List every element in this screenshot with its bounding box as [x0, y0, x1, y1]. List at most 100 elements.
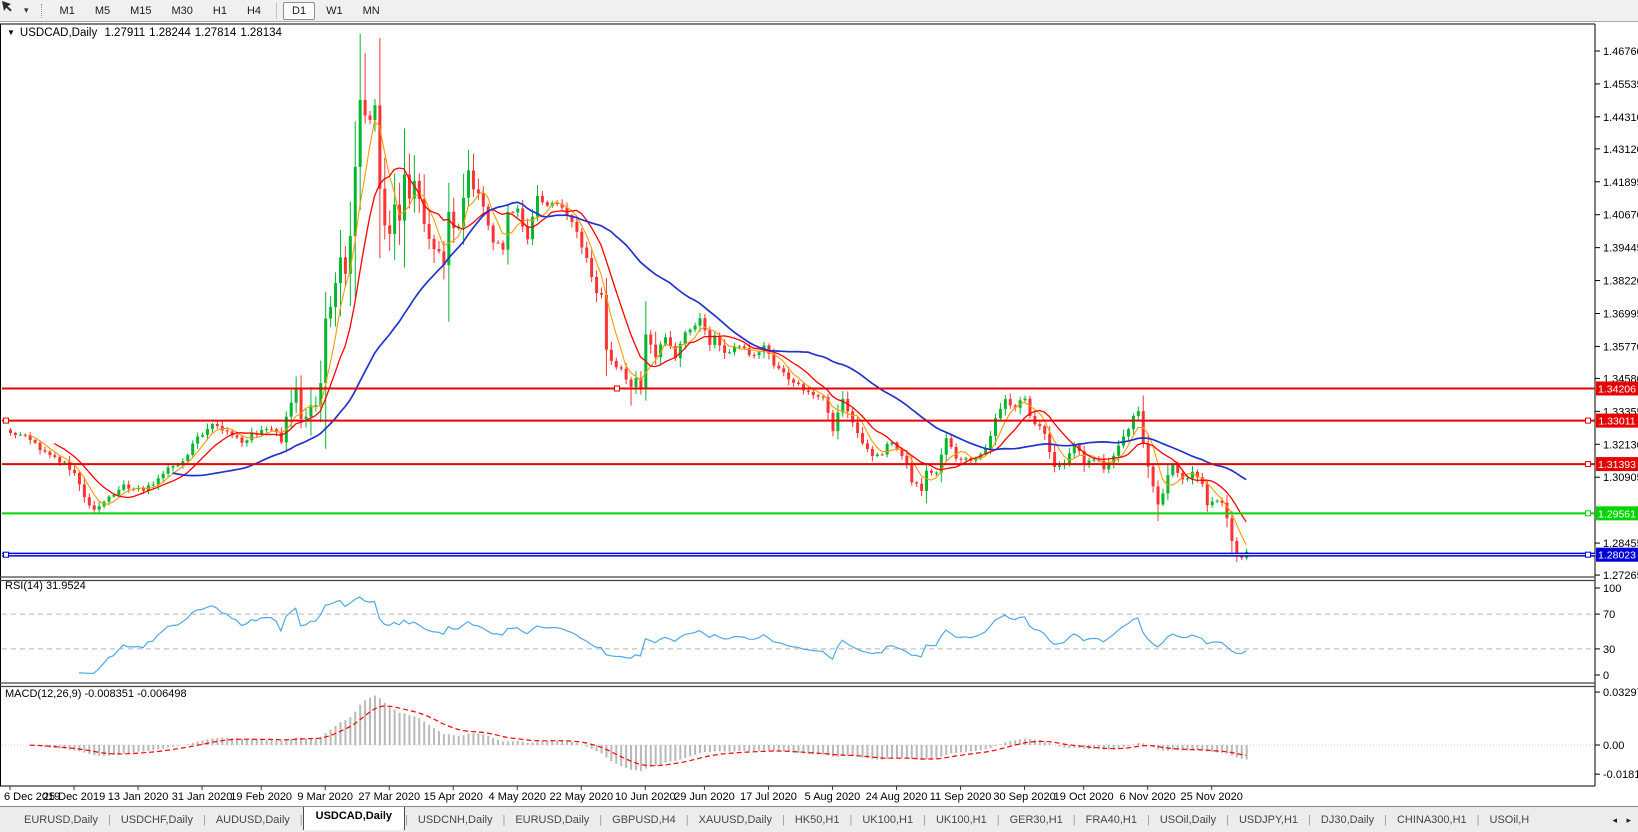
timeframe-d1[interactable]: D1 — [283, 1, 316, 20]
symbol-tab-uk100-h1[interactable]: UK100,H1 — [926, 810, 997, 830]
timeframe-m30[interactable]: M30 — [163, 2, 202, 20]
hline-1.34206[interactable] — [2, 385, 1595, 392]
cursor-tool-icon[interactable] — [2, 1, 22, 19]
candle-body — [511, 212, 515, 214]
candle-body — [427, 224, 431, 239]
symbol-tab-ger30-h1[interactable]: GER30,H1 — [1000, 810, 1073, 830]
candle-body — [338, 257, 342, 284]
candle-body — [1092, 459, 1096, 461]
candle-body — [1038, 424, 1042, 427]
hline-1.29561[interactable] — [2, 510, 1595, 517]
candle-body — [989, 436, 993, 449]
candle-body — [934, 472, 938, 474]
candle-body — [48, 451, 52, 456]
rsi-panel: 100 70 30 0 — [2, 583, 1621, 682]
timeframe-mn[interactable]: MN — [354, 2, 389, 20]
symbol-tab-eurusd-daily[interactable]: EURUSD,Daily — [14, 810, 108, 830]
candle-body — [856, 422, 860, 434]
price-badge-label: 1.29561 — [1598, 508, 1636, 520]
timeframe-h1[interactable]: H1 — [204, 2, 236, 20]
hline-handle[interactable] — [614, 385, 620, 392]
price-tick-label: 1.44310 — [1603, 112, 1638, 124]
symbol-tab-usdchf-daily[interactable]: USDCHF,Daily — [111, 810, 203, 830]
symbol-tab-hk50-h1[interactable]: HK50,H1 — [785, 810, 850, 830]
timeframe-m15[interactable]: M15 — [121, 2, 160, 20]
macd-tick-label: -0.018154 — [1603, 769, 1638, 781]
symbol-tab-gbpusd-h4[interactable]: GBPUSD,H4 — [602, 810, 686, 830]
candle-body — [708, 330, 712, 345]
symbol-tab-usoil-daily[interactable]: USOil,Daily — [1150, 810, 1226, 830]
symbol-tabbar: EURUSD,Daily | USDCHF,Daily | AUDUSD,Daily | U… — [0, 806, 1638, 832]
ohlc-high: 1.28244 — [149, 27, 191, 39]
tabs-container: EURUSD,Daily | USDCHF,Daily | AUDUSD,Daily | U… — [0, 807, 1638, 832]
candle-body — [816, 395, 820, 397]
candle-body — [343, 257, 347, 274]
candle-body — [693, 325, 697, 330]
time-axis: 6 Dec 201925 Dec 2019 13 Jan 2020 31 Jan 2… — [4, 786, 1243, 803]
symbol-tab-audusd-daily[interactable]: AUDUSD,Daily — [206, 810, 300, 830]
symbol-tab-uk100-h1[interactable]: UK100,H1 — [852, 810, 923, 830]
candle-body — [82, 484, 86, 498]
timeframe-h4[interactable]: H4 — [238, 2, 270, 20]
candle-body — [1215, 500, 1219, 502]
price-tick-label: 1.36995 — [1603, 309, 1638, 321]
tab-scroll-right-button[interactable]: ▸ — [1623, 814, 1634, 827]
symbol-tab-china300-h1[interactable]: CHINA300,H1 — [1387, 810, 1477, 830]
price-tick-label: 1.32130 — [1603, 439, 1638, 451]
moving-average-5 — [29, 120, 1247, 546]
symbol-tab-dj30-daily[interactable]: DJ30,Daily — [1311, 810, 1384, 830]
time-tick-label: 6 Nov 2020 — [1120, 791, 1176, 803]
tab-scroll-left-button[interactable]: ◂ — [1609, 814, 1620, 827]
candle-body — [654, 344, 658, 358]
candle-body — [491, 225, 495, 243]
timeframe-m5[interactable]: M5 — [86, 2, 119, 20]
hline-handle[interactable] — [1585, 551, 1591, 558]
time-tick-label: 25 Nov 2020 — [1181, 791, 1243, 803]
price-tick-label: 1.43120 — [1603, 144, 1638, 156]
candle-body — [18, 434, 22, 436]
candle-body — [1205, 483, 1209, 506]
candle-body — [1117, 445, 1121, 456]
candle-body — [575, 221, 579, 232]
symbol-tab-usdcnh-daily[interactable]: USDCNH,Daily — [408, 810, 503, 830]
candle-body — [353, 166, 357, 237]
hline-handle[interactable] — [1585, 417, 1591, 424]
candle-body — [723, 345, 727, 353]
time-tick-label: 15 Apr 2020 — [424, 791, 483, 803]
candle-body — [806, 390, 810, 392]
candle-body — [53, 455, 57, 457]
price-badge-label: 1.33011 — [1598, 416, 1635, 428]
candle-body — [1136, 411, 1140, 417]
symbol-tab-xauusd-daily[interactable]: XAUUSD,Daily — [689, 810, 782, 830]
hline-handle[interactable] — [1585, 461, 1591, 468]
candle-body — [929, 470, 933, 473]
candle-body — [516, 208, 520, 213]
hline-handle[interactable] — [1585, 510, 1591, 517]
candle-body — [403, 174, 406, 221]
candle-body — [649, 334, 653, 345]
chart-canvas: 1.46760 1.45535 1.44310 1.43120 1.41895 1.406… — [0, 23, 1638, 803]
collapse-arrow-icon[interactable]: ▼ — [7, 28, 15, 37]
timeframe-w1[interactable]: W1 — [317, 2, 352, 20]
candle-body — [127, 484, 131, 489]
symbol-tab-usdjpy-h1[interactable]: USDJPY,H1 — [1229, 810, 1308, 830]
timeframe-m1[interactable]: M1 — [51, 2, 84, 20]
hline-handle[interactable] — [3, 417, 9, 424]
mt4-window: 1.46760 1.45535 1.44310 1.43120 1.41895 1.406… — [0, 0, 1638, 832]
cursor-dropdown-caret[interactable]: ▾ — [22, 5, 35, 16]
symbol-tab-usdcad-daily[interactable]: USDCAD,Daily — [302, 807, 406, 830]
candle-body — [38, 442, 42, 451]
hline-1.31393[interactable] — [2, 461, 1595, 468]
time-tick-label: 27 Mar 2020 — [358, 791, 420, 803]
symbol-tab-usoil-h[interactable]: USOil,H — [1480, 810, 1540, 830]
candle-body — [122, 484, 126, 490]
symbol-tab-fra40-h1[interactable]: FRA40,H1 — [1076, 810, 1147, 830]
candle-body — [1171, 464, 1175, 476]
hline-1.33011[interactable] — [2, 417, 1595, 424]
candle-body — [624, 368, 628, 380]
hline-handle[interactable] — [3, 551, 9, 558]
hline-1.28023[interactable] — [2, 551, 1595, 558]
time-tick-label: 13 Jan 2020 — [108, 791, 169, 803]
symbol-tab-eurusd-daily[interactable]: EURUSD,Daily — [505, 810, 599, 830]
candle-body — [363, 99, 367, 116]
